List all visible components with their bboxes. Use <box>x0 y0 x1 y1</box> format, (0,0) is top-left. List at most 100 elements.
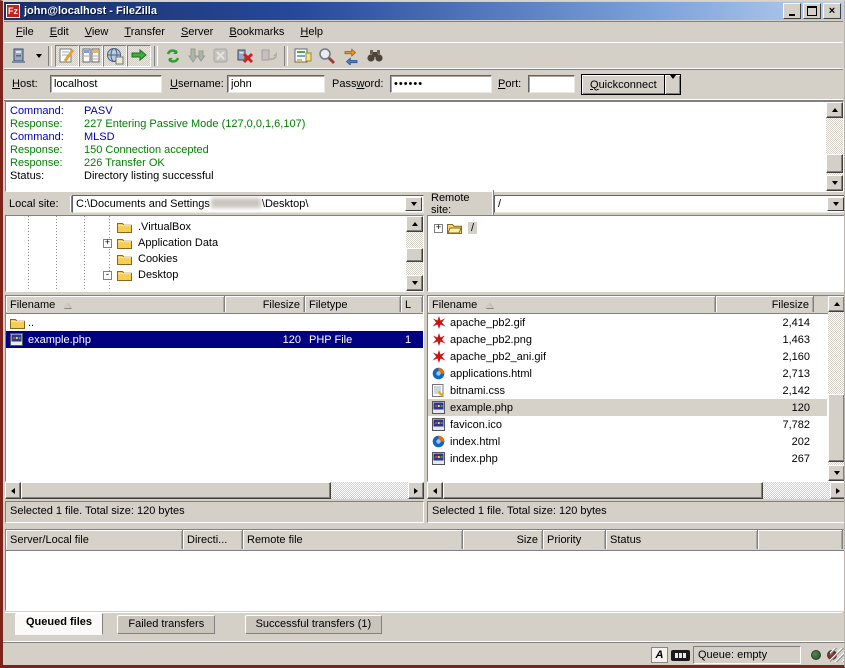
port-input[interactable] <box>528 75 575 93</box>
toggle-transfer-queue-button[interactable] <box>127 45 151 67</box>
local-tree-scrollbar[interactable] <box>406 216 423 291</box>
column-header-filename[interactable]: Filename <box>6 296 225 312</box>
file-row[interactable]: applications.html2,713 <box>428 365 827 382</box>
ascii-data-type-icon[interactable]: A <box>651 647 668 663</box>
quickconnect-dropdown-button[interactable] <box>664 74 681 95</box>
column-header-filesize[interactable]: Filesize <box>225 296 305 312</box>
remote-site-combobox[interactable]: / <box>494 195 845 213</box>
queue-column-blank[interactable] <box>758 530 843 549</box>
tab-failed-transfers[interactable]: Failed transfers <box>117 615 215 634</box>
menu-view[interactable]: View <box>77 24 117 40</box>
log-scrollbar[interactable] <box>826 102 843 191</box>
tree-expander-minus[interactable]: - <box>103 271 112 280</box>
scroll-up-button[interactable] <box>828 296 845 312</box>
file-cell-name: example.php <box>428 399 716 416</box>
queue-column-status[interactable]: Status <box>606 530 758 549</box>
tab-queued-files[interactable]: Queued files <box>15 613 103 635</box>
title-bar[interactable]: Fz john@localhost - FileZilla × <box>4 2 843 20</box>
queue-column-server-local-file[interactable]: Server/Local file <box>6 530 183 549</box>
menu-file[interactable]: File <box>8 24 42 40</box>
maximize-button[interactable] <box>803 3 821 19</box>
combo-dropdown-button[interactable] <box>827 197 844 211</box>
file-row[interactable]: index.php267 <box>428 450 827 467</box>
disconnect-icon <box>236 47 254 65</box>
tree-item[interactable]: +/ <box>434 220 477 236</box>
scroll-right-button[interactable] <box>830 482 845 499</box>
column-header-filetype[interactable]: Filetype <box>305 296 401 312</box>
tab-successful-transfers-[interactable]: Successful transfers (1) <box>245 615 383 634</box>
column-header-filesize[interactable]: Filesize <box>716 296 814 312</box>
menu-help[interactable]: Help <box>292 24 331 40</box>
remote-list-scrollbar[interactable] <box>828 296 845 481</box>
synchronized-browsing-button[interactable] <box>339 45 363 67</box>
host-input[interactable] <box>50 75 162 93</box>
tree-item[interactable]: -Desktop <box>103 267 178 283</box>
queue-column-size[interactable]: Size <box>463 530 543 549</box>
menu-transfer[interactable]: Transfer <box>116 24 173 40</box>
close-button[interactable]: × <box>823 3 841 19</box>
find-files-button[interactable] <box>363 45 387 67</box>
scroll-right-button[interactable] <box>408 482 424 499</box>
scroll-down-button[interactable] <box>826 175 843 191</box>
file-row[interactable]: apache_pb2.gif2,414 <box>428 314 827 331</box>
site-manager-dropdown-button[interactable] <box>32 45 45 67</box>
tree-item[interactable]: .VirtualBox <box>103 219 191 235</box>
resize-grip[interactable] <box>830 648 844 662</box>
speed-limit-icon[interactable] <box>671 650 690 661</box>
scroll-left-button[interactable] <box>427 482 443 499</box>
tree-item[interactable]: Cookies <box>103 251 178 267</box>
toggle-local-tree-button[interactable] <box>79 45 103 67</box>
scrollbar-thumb[interactable] <box>826 154 843 173</box>
tree-expander-plus[interactable]: + <box>434 224 443 233</box>
filename-text: example.php <box>450 402 513 414</box>
scroll-left-button[interactable] <box>5 482 21 499</box>
local-site-combobox[interactable]: C:\Documents and Settings\Desktop\ <box>72 195 424 213</box>
file-row[interactable]: .. <box>6 314 423 331</box>
file-row[interactable]: bitnami.css2,142 <box>428 382 827 399</box>
password-input[interactable] <box>390 75 492 93</box>
scrollbar-thumb[interactable] <box>443 482 763 499</box>
toggle-message-log-button[interactable] <box>55 45 79 67</box>
file-row[interactable]: example.php120PHP File1 <box>6 331 423 348</box>
file-row[interactable]: example.php120 <box>428 399 827 416</box>
remote-hscrollbar[interactable] <box>427 482 845 499</box>
file-row[interactable]: apache_pb2.png1,463 <box>428 331 827 348</box>
local-file-list: FilenameFilesizeFiletypeL..example.php12… <box>5 295 424 482</box>
file-row[interactable]: favicon.ico7,782 <box>428 416 827 433</box>
menu-server[interactable]: Server <box>173 24 221 40</box>
username-input[interactable] <box>227 75 325 93</box>
scroll-up-button[interactable] <box>826 102 843 118</box>
queue-column-priority[interactable]: Priority <box>543 530 606 549</box>
message-log: Command:PASVResponse:227 Entering Passiv… <box>5 101 844 192</box>
disconnect-button[interactable] <box>233 45 257 67</box>
scrollbar-thumb[interactable] <box>21 482 331 499</box>
reconnect-button[interactable] <box>257 45 281 67</box>
local-hscrollbar[interactable] <box>5 482 424 499</box>
tree-item[interactable]: +Application Data <box>103 235 218 251</box>
refresh-button[interactable] <box>161 45 185 67</box>
queue-column-directi-[interactable]: Directi... <box>183 530 243 549</box>
column-header-filename[interactable]: Filename <box>428 296 716 312</box>
toggle-remote-tree-button[interactable] <box>103 45 127 67</box>
site-manager-button[interactable] <box>8 45 32 67</box>
scroll-up-button[interactable] <box>406 216 423 232</box>
queue-column-remote-file[interactable]: Remote file <box>243 530 463 549</box>
process-queue-button[interactable] <box>185 45 209 67</box>
file-row[interactable]: index.html202 <box>428 433 827 450</box>
tree-expander-plus[interactable]: + <box>103 239 112 248</box>
scrollbar-thumb[interactable] <box>406 248 423 262</box>
directory-comparison-button[interactable] <box>315 45 339 67</box>
filename-text: favicon.ico <box>450 419 502 431</box>
scrollbar-thumb[interactable] <box>828 394 845 462</box>
directory-listing-filters-button[interactable] <box>291 45 315 67</box>
minimize-button[interactable] <box>783 3 801 19</box>
scroll-down-button[interactable] <box>828 465 845 481</box>
cancel-operation-button[interactable] <box>209 45 233 67</box>
file-row[interactable]: apache_pb2_ani.gif2,160 <box>428 348 827 365</box>
quickconnect-button[interactable]: Quickconnect <box>581 74 666 95</box>
menu-bookmarks[interactable]: Bookmarks <box>221 24 292 40</box>
combo-dropdown-button[interactable] <box>405 197 422 211</box>
scroll-down-button[interactable] <box>406 275 423 291</box>
column-header-l[interactable]: L <box>401 296 423 312</box>
menu-edit[interactable]: Edit <box>42 24 77 40</box>
